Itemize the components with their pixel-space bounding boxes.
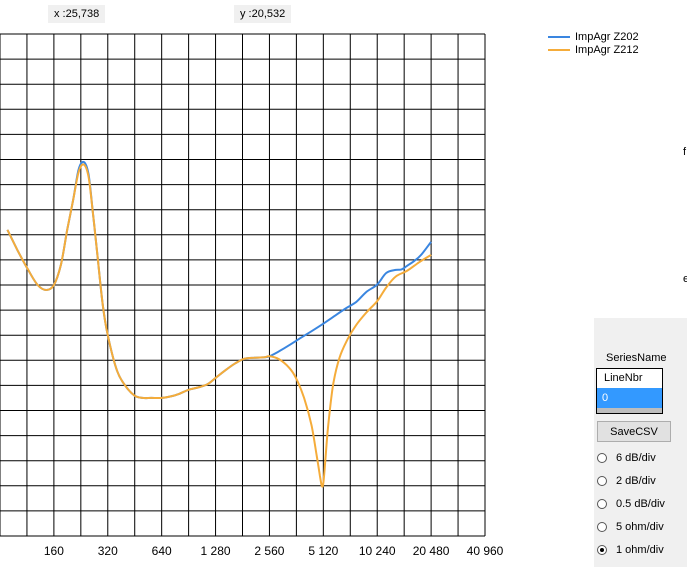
clipped-edge-text-f: f [683,146,687,158]
radio-label: 5 ohm/div [616,521,664,533]
radio-label: 1 ohm/div [616,544,664,556]
radio-label: 6 dB/div [616,452,656,464]
chart-legend: ImpAgr Z202 ImpAgr Z212 [548,30,639,56]
x-tick-label: 20 480 [413,544,450,558]
save-csv-button[interactable]: SaveCSV [597,421,671,442]
legend-item-z212: ImpAgr Z212 [548,43,639,56]
x-tick-label: 40 960 [467,544,504,558]
x-tick-label: 2 560 [254,544,284,558]
radio-circle[interactable] [597,545,607,555]
radio-2db-per-div[interactable]: 2 dB/div [597,474,656,488]
list-scroll-strip [597,408,662,413]
legend-label-z202: ImpAgr Z202 [575,30,639,43]
x-tick-label: 320 [98,544,118,558]
radio-5ohm-per-div[interactable]: 5 ohm/div [597,520,664,534]
x-tick-label: 1 280 [201,544,231,558]
legend-label-z212: ImpAgr Z212 [575,43,639,56]
radio-1ohm-per-div[interactable]: 1 ohm/div [597,543,664,557]
list-header-linenbr: LineNbr [604,372,643,384]
radio-label: 2 dB/div [616,475,656,487]
series-name-label: SeriesName [606,352,667,364]
legend-swatch-z212 [548,48,570,51]
line-number-list[interactable]: LineNbr 0 [596,368,663,414]
legend-swatch-z202 [548,35,570,38]
legend-item-z202: ImpAgr Z202 [548,30,639,43]
series-line-z212 [6,163,432,488]
cursor-x-readout: x :25,738 [48,5,106,23]
series-line-z202 [6,160,432,400]
impedance-chart[interactable]: 160 320 640 1 280 2 560 5 120 10 240 20 480 40 9… [0,0,687,567]
x-tick-label: 160 [44,544,64,558]
radio-circle[interactable] [597,499,607,509]
radio-circle[interactable] [597,476,607,486]
list-item-selected[interactable]: 0 [597,388,662,408]
x-tick-label: 10 240 [359,544,396,558]
radio-6db-per-div[interactable]: 6 dB/div [597,451,656,465]
radio-0-5db-per-div[interactable]: 0.5 dB/div [597,497,665,511]
radio-circle[interactable] [597,453,607,463]
radio-circle[interactable] [597,522,607,532]
x-tick-label: 640 [152,544,172,558]
control-panel: SeriesName LineNbr 0 SaveCSV 6 dB/div 2 … [594,318,687,567]
radio-label: 0.5 dB/div [616,498,665,510]
x-tick-label: 5 120 [308,544,338,558]
cursor-y-readout: y :20,532 [234,5,292,23]
clipped-edge-text-e: e [683,273,687,285]
